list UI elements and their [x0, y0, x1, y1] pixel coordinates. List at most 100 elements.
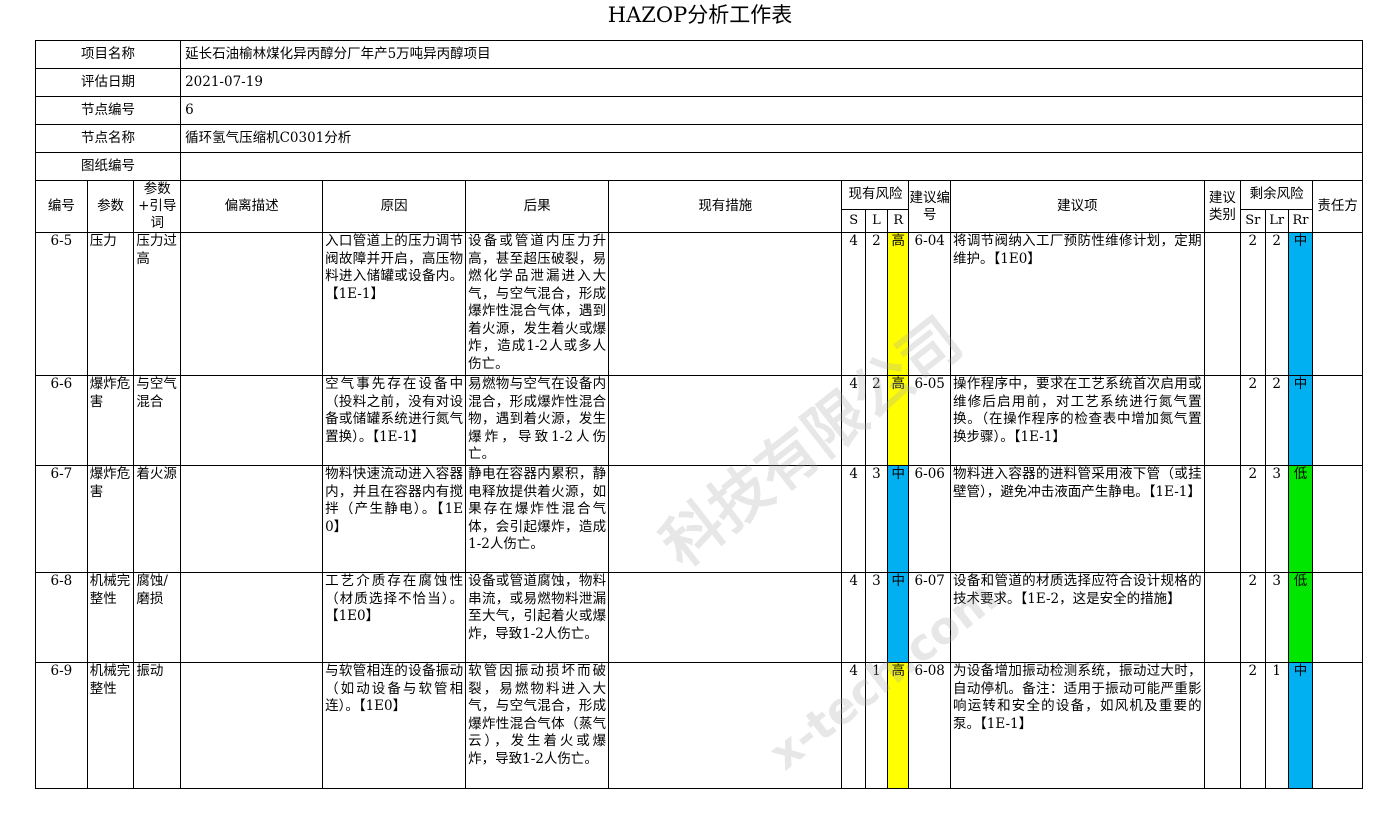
header-rec-type: 建议类别 — [1203, 180, 1242, 233]
row-no: 6-8 — [35, 572, 88, 663]
row-lr: 2 — [1264, 375, 1289, 466]
header-residual-risk: 剩余风险 — [1240, 180, 1314, 210]
row-s: 4 — [841, 572, 866, 663]
row-deviation — [180, 232, 324, 376]
header-measures: 现有措施 — [608, 180, 843, 233]
header-sr: Sr — [1240, 208, 1266, 234]
row-r: 中 — [887, 465, 910, 573]
row-lr: 3 — [1264, 465, 1289, 573]
row-rec-no: 6-06 — [908, 465, 952, 573]
row-deviation — [180, 572, 324, 663]
row-rec-no: 6-05 — [908, 375, 952, 466]
row-param: 机械完整性 — [86, 662, 135, 789]
table-row: 6-5 压力 压力过高 入口管道上的压力调节阀故障并开启，高压物料进入储罐或设备… — [35, 232, 1363, 376]
header-s: S — [841, 208, 866, 234]
row-owner — [1312, 465, 1363, 573]
row-recommendation: 为设备增加振动检测系统，振动过大时，自动停机。备注：适用于振动可能严重影响运转和… — [950, 662, 1205, 789]
row-rec-type — [1203, 232, 1242, 376]
row-lr: 3 — [1264, 572, 1289, 663]
row-rr: 中 — [1287, 375, 1314, 466]
header-cause: 原因 — [322, 180, 467, 233]
table-row: 6-6 爆炸危害 与空气混合 空气事先存在设备中（投料之前，没有对设备或储罐系统… — [35, 375, 1363, 466]
info-row-project: 项目名称 延长石油榆林煤化异丙醇分厂年产5万吨异丙醇项目 — [34, 40, 1363, 69]
drawing-label: 图纸编号 — [34, 152, 182, 181]
row-consequence: 设备或管道内压力升高，甚至超压破裂，易燃化学品泄漏进入大气，与空气混合，形成爆炸… — [465, 232, 610, 376]
header-lr: Lr — [1264, 208, 1289, 234]
row-r: 高 — [887, 232, 910, 376]
row-measures — [608, 375, 843, 466]
row-l: 1 — [864, 662, 889, 789]
row-no: 6-6 — [35, 375, 88, 466]
header-rec-no: 建议编号 — [908, 180, 952, 233]
project-value: 延长石油榆林煤化异丙醇分厂年产5万吨异丙醇项目 — [180, 40, 1363, 69]
row-guide: 腐蚀/磨损 — [133, 572, 182, 663]
row-rr: 中 — [1287, 232, 1314, 376]
header-deviation: 偏离描述 — [180, 180, 324, 233]
row-guide: 振动 — [133, 662, 182, 789]
info-row-node-name: 节点名称 循环氢气压缩机C0301分析 — [34, 124, 1363, 153]
node-name-value: 循环氢气压缩机C0301分析 — [180, 124, 1363, 153]
row-sr: 2 — [1240, 232, 1266, 376]
row-r: 高 — [887, 662, 910, 789]
row-rec-type — [1203, 662, 1242, 789]
row-deviation — [180, 662, 324, 789]
table-row: 6-9 机械完整性 振动 与软管相连的设备振动（如动设备与软管相连）。【1E0】… — [35, 662, 1363, 789]
row-consequence: 易燃物与空气在设备内混合，形成爆炸性混合物，遇到着火源，发生爆炸，导致1-2人伤… — [465, 375, 610, 466]
row-rec-type — [1203, 572, 1242, 663]
drawing-value — [180, 152, 1363, 181]
header-consequence: 后果 — [465, 180, 610, 233]
row-lr: 2 — [1264, 232, 1289, 376]
row-recommendation: 将调节阀纳入工厂预防性维修计划，定期维护。【1E0】 — [950, 232, 1205, 376]
row-r: 中 — [887, 572, 910, 663]
row-owner — [1312, 375, 1363, 466]
row-rec-type — [1203, 465, 1242, 573]
row-rec-no: 6-08 — [908, 662, 952, 789]
row-l: 2 — [864, 232, 889, 376]
row-recommendation: 设备和管道的材质选择应符合设计规格的技术要求。【1E-2，这是安全的措施】 — [950, 572, 1205, 663]
header-l: L — [864, 208, 889, 234]
info-row-date: 评估日期 2021-07-19 — [34, 68, 1363, 97]
row-param: 压力 — [86, 232, 135, 376]
row-recommendation: 操作程序中，要求在工艺系统首次启用或维修后启用前，对工艺系统进行氮气置换。（在操… — [950, 375, 1205, 466]
node-no-value: 6 — [180, 96, 1363, 125]
row-no: 6-7 — [35, 465, 88, 573]
row-l: 3 — [864, 465, 889, 573]
project-label: 项目名称 — [34, 40, 182, 69]
row-s: 4 — [841, 375, 866, 466]
row-rr: 中 — [1287, 662, 1314, 789]
header-current-risk: 现有风险 — [841, 180, 910, 210]
row-rr: 低 — [1287, 465, 1314, 573]
row-measures — [608, 662, 843, 789]
row-rr: 低 — [1287, 572, 1314, 663]
header-rr: Rr — [1287, 208, 1314, 234]
row-sr: 2 — [1240, 375, 1266, 466]
row-guide: 着火源 — [133, 465, 182, 573]
row-cause: 工艺介质存在腐蚀性（材质选择不恰当）。【1E0】 — [322, 572, 467, 663]
header-row: 编号 参数 参数+引导词 偏离描述 原因 后果 现有措施 现有风险 建议编号 建… — [35, 180, 1363, 233]
date-label: 评估日期 — [34, 68, 182, 97]
row-cause: 物料快速流动进入容器内，并且在容器内有搅拌（产生静电）。【1E0】 — [322, 465, 467, 573]
row-guide: 压力过高 — [133, 232, 182, 376]
row-s: 4 — [841, 662, 866, 789]
row-measures — [608, 232, 843, 376]
row-s: 4 — [841, 232, 866, 376]
header-param: 参数 — [86, 180, 135, 233]
info-row-drawing: 图纸编号 — [34, 152, 1363, 181]
node-no-label: 节点编号 — [34, 96, 182, 125]
row-l: 3 — [864, 572, 889, 663]
row-owner — [1312, 662, 1363, 789]
row-rec-no: 6-07 — [908, 572, 952, 663]
header-guide: 参数+引导词 — [133, 180, 182, 233]
row-cause: 空气事先存在设备中（投料之前，没有对设备或储罐系统进行氮气置换）。【1E-1】 — [322, 375, 467, 466]
row-consequence: 设备或管道腐蚀，物料串流，或易燃物料泄漏至大气，引起着火或爆炸，导致1-2人伤亡… — [465, 572, 610, 663]
row-l: 2 — [864, 375, 889, 466]
row-s: 4 — [841, 465, 866, 573]
row-deviation — [180, 465, 324, 573]
node-name-label: 节点名称 — [34, 124, 182, 153]
row-consequence: 静电在容器内累积，静电释放提供着火源，如果存在爆炸性混合气体，会引起爆炸，造成1… — [465, 465, 610, 573]
row-no: 6-5 — [35, 232, 88, 376]
header-r: R — [887, 208, 910, 234]
row-lr: 1 — [1264, 662, 1289, 789]
row-sr: 2 — [1240, 572, 1266, 663]
row-deviation — [180, 375, 324, 466]
